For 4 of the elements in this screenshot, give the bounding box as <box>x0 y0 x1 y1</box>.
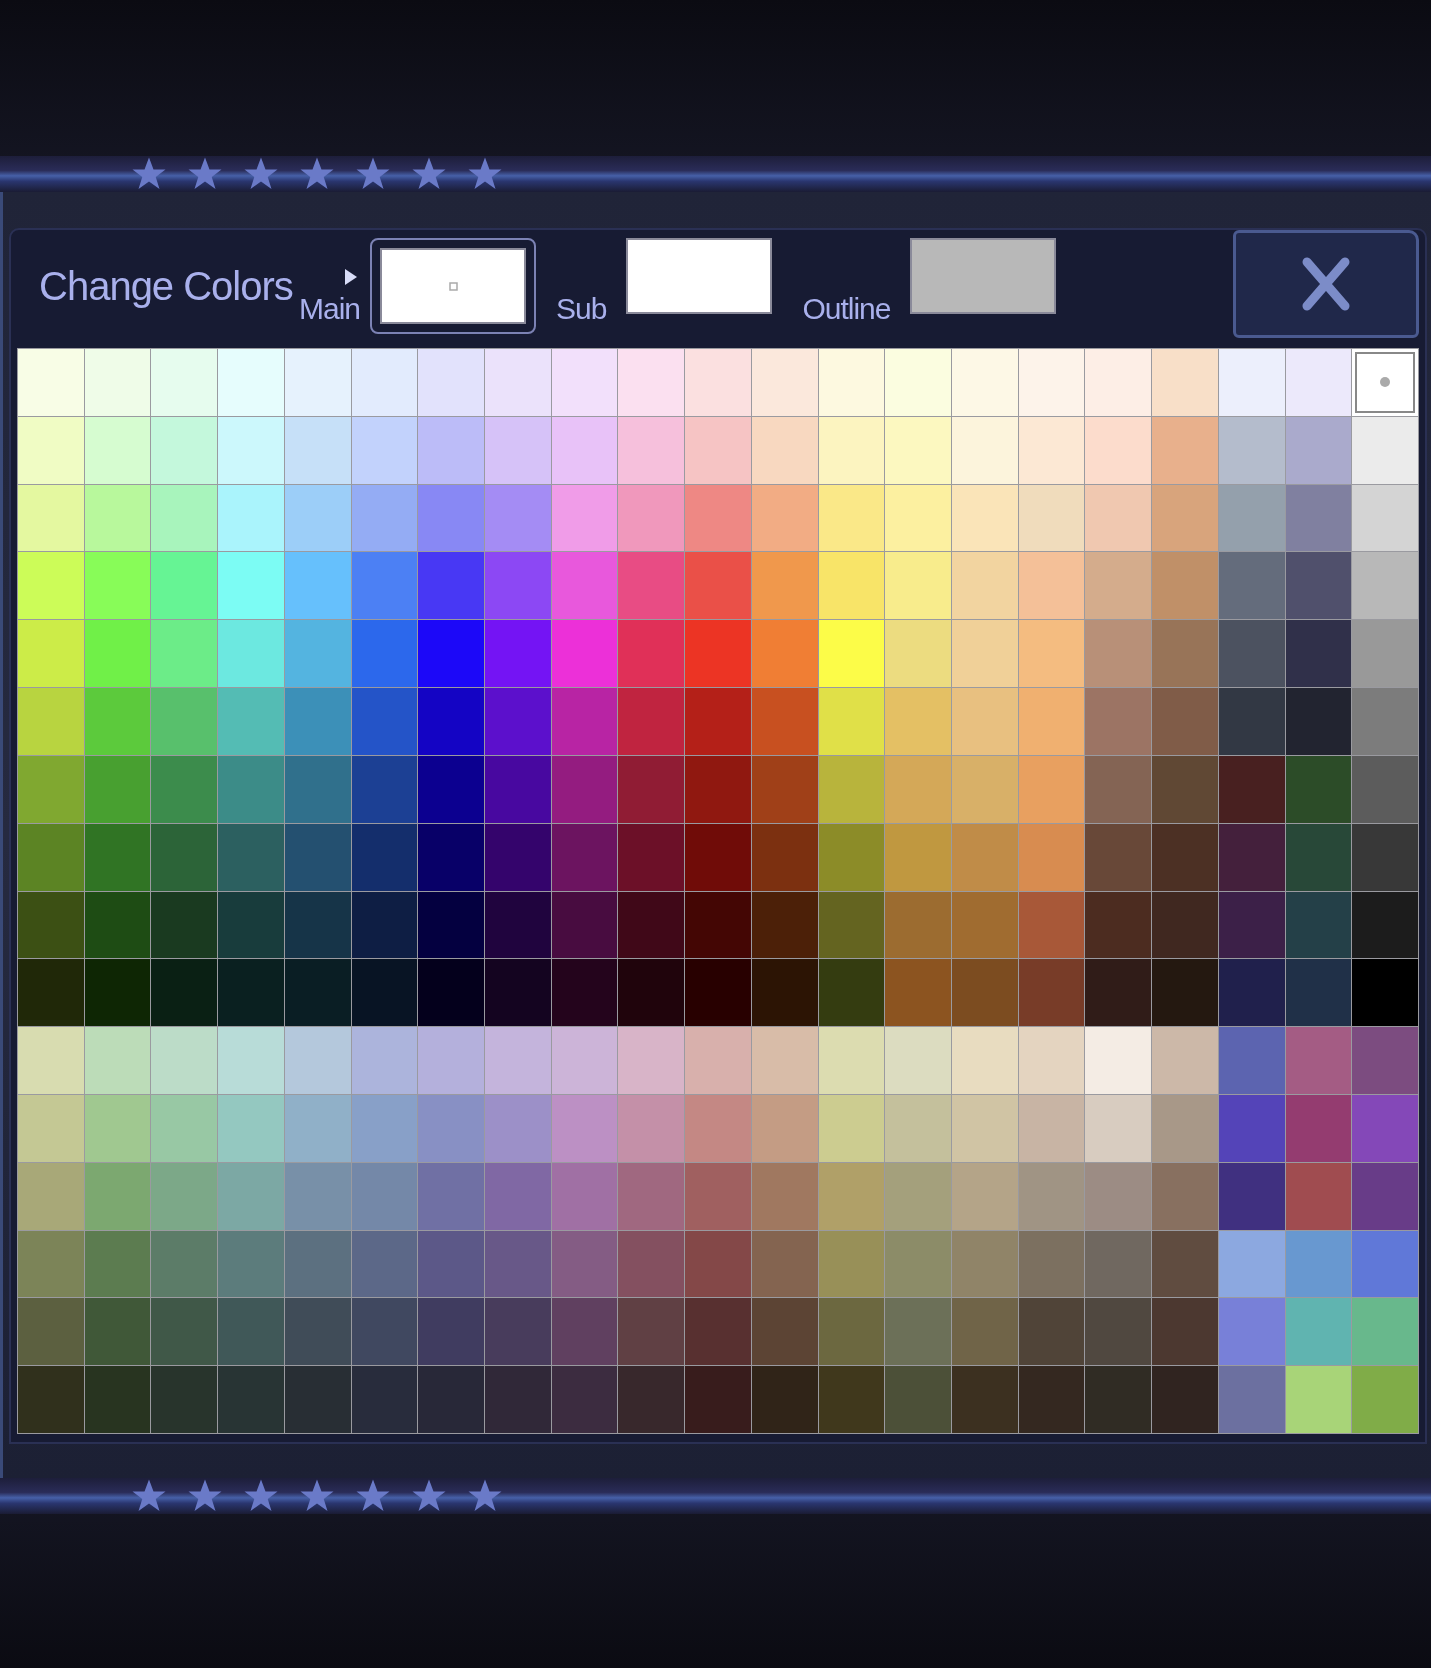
dialog-title: Change Colors <box>38 263 294 309</box>
slot-label: Sub <box>556 294 607 324</box>
slot-label: Outline <box>802 294 891 324</box>
slot-label: Main <box>299 294 361 324</box>
